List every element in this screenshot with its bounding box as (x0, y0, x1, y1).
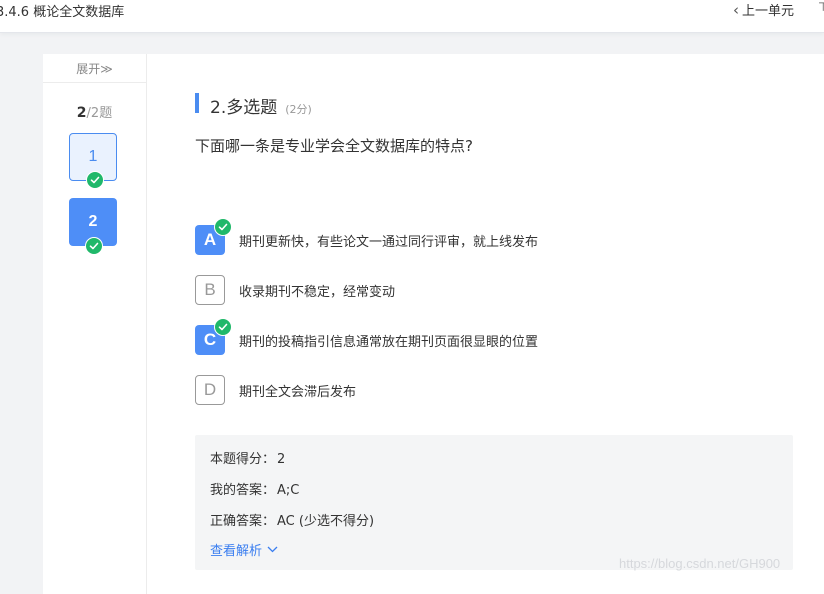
check-icon (214, 318, 232, 336)
prev-unit-button[interactable]: ‹ 上一单元 (733, 0, 795, 20)
chevron-left-icon: ‹ (733, 0, 739, 19)
result-panel: 本题得分： 2 我的答案： A;C 正确答案： AC (少选不得分) 查看解析 (195, 435, 793, 570)
score-row: 本题得分： 2 (210, 448, 285, 467)
question-nav-number: 2 (88, 213, 98, 230)
option-letter: A (203, 230, 217, 249)
option-letter-box[interactable]: A (195, 218, 232, 255)
option-c[interactable]: C 期刊的投稿指引信息通常放在期刊页面很显眼的位置 (195, 318, 539, 355)
check-icon (85, 237, 103, 255)
correct-answer-value: AC (少选不得分) (277, 514, 375, 529)
watermark: https://blog.csdn.net/GH900 (619, 556, 781, 571)
option-text: 收录期刊不稳定，经常变动 (239, 284, 396, 300)
my-answer-value: A;C (277, 483, 300, 498)
next-unit-edge[interactable]: ⊤ (818, 0, 824, 14)
my-answer-label: 我的答案： (210, 483, 276, 498)
score-value: 2 (277, 452, 286, 467)
prev-unit-label: 上一单元 (742, 4, 795, 19)
my-answer-row: 我的答案： A;C (210, 479, 299, 498)
option-a[interactable]: A 期刊更新快，有些论文一通过同行评审，就上线发布 (195, 218, 539, 255)
question-panel: 2.多选题 (2分) 下面哪一条是专业学会全文数据库的特点? A 期刊更新快，有… (147, 54, 824, 594)
option-letter: D (203, 380, 217, 399)
option-d[interactable]: D 期刊全文会滞后发布 (195, 375, 356, 405)
view-analysis-label: 查看解析 (210, 544, 263, 559)
top-bar: 3.4.6 概论全文数据库 ‹ 上一单元 ⊤ (0, 0, 824, 33)
check-icon (86, 171, 104, 189)
counter-total: /2题 (86, 106, 113, 121)
question-nav-2[interactable]: 2 (69, 198, 117, 255)
question-type: 2.多选题 (210, 98, 278, 118)
option-text: 期刊全文会滞后发布 (239, 384, 357, 400)
option-letter: C (203, 330, 217, 349)
question-points: (2分) (285, 103, 312, 116)
score-label: 本题得分： (210, 452, 276, 467)
question-sidebar: 展开≫ 2/2题 1 2 (43, 54, 147, 594)
view-analysis-link[interactable]: 查看解析 (210, 540, 278, 559)
option-letter-box[interactable]: D (195, 375, 225, 405)
option-letter-box[interactable]: C (195, 318, 232, 355)
check-icon (214, 218, 232, 236)
question-stem: 下面哪一条是专业学会全文数据库的特点? (195, 137, 473, 155)
option-b[interactable]: B 收录期刊不稳定，经常变动 (195, 275, 395, 305)
correct-answer-label: 正确答案： (210, 514, 276, 529)
question-title: 2.多选题 (2分) (195, 93, 312, 118)
question-nav-1[interactable]: 1 (69, 133, 117, 189)
breadcrumb: 3.4.6 概论全文数据库 (0, 5, 125, 20)
option-letter-box[interactable]: B (195, 275, 225, 305)
option-letter: B (204, 280, 216, 299)
counter-current: 2 (76, 105, 87, 121)
option-text: 期刊更新快，有些论文一通过同行评审，就上线发布 (239, 234, 539, 250)
option-text: 期刊的投稿指引信息通常放在期刊页面很显眼的位置 (239, 334, 539, 350)
chevron-down-icon (267, 542, 278, 557)
question-nav-number: 1 (88, 148, 98, 165)
question-counter: 2/2题 (43, 102, 146, 121)
correct-answer-row: 正确答案： AC (少选不得分) (210, 510, 374, 529)
expand-button[interactable]: 展开≫ (43, 54, 146, 83)
